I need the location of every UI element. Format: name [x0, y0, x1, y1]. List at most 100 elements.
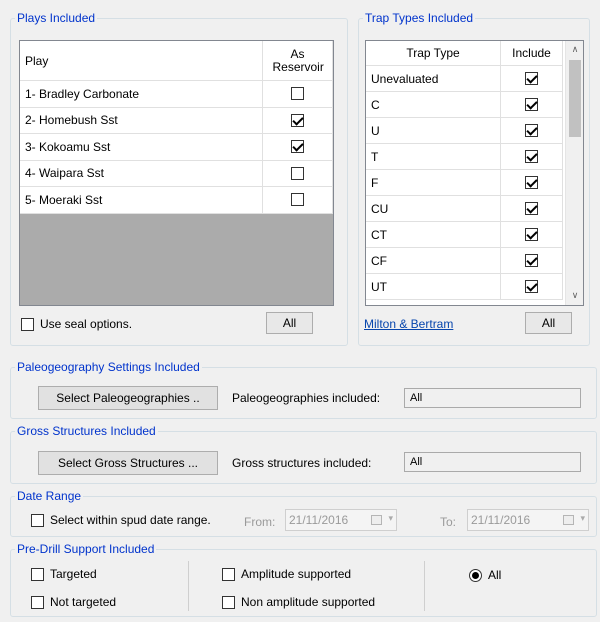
include-checkbox[interactable]	[525, 280, 538, 293]
all-radio-label: All	[488, 568, 502, 582]
to-date-picker[interactable]: 21/11/2016 ▾	[467, 509, 589, 531]
chevron-down-icon[interactable]: ▾	[580, 513, 585, 524]
amplitude-checkbox[interactable]	[222, 567, 235, 581]
plays-group-title: Plays Included	[17, 11, 96, 25]
predrill-divider-2	[424, 561, 425, 611]
trap-row-include-cell[interactable]	[501, 66, 563, 92]
trap-row-name[interactable]: U	[366, 118, 501, 144]
select-gross-structures-button[interactable]: Select Gross Structures ...	[38, 451, 218, 475]
from-label: From:	[244, 515, 276, 529]
amplitude-label: Amplitude supported	[241, 567, 352, 581]
from-date-picker[interactable]: 21/11/2016 ▾	[285, 509, 397, 531]
plays-row-name[interactable]: 4- Waipara Sst	[20, 160, 263, 187]
trap-row-name[interactable]: T	[366, 144, 501, 170]
scroll-thumb[interactable]	[569, 60, 581, 137]
include-checkbox[interactable]	[525, 254, 538, 267]
traps-col-header-include[interactable]: Include	[501, 41, 563, 66]
trap-row-include-cell[interactable]	[501, 118, 563, 144]
reservoir-checkbox[interactable]	[291, 87, 304, 101]
targeted-label: Targeted	[50, 567, 97, 581]
not-targeted-checkbox[interactable]	[31, 595, 44, 609]
plays-col-header-reservoir[interactable]: As Reservoir	[263, 41, 333, 81]
trap-row-include-cell[interactable]	[501, 222, 563, 248]
include-checkbox[interactable]	[525, 228, 538, 241]
plays-row-reservoir-cell[interactable]	[263, 187, 333, 214]
amplitude-row[interactable]: Amplitude supported	[222, 567, 351, 581]
reservoir-checkbox[interactable]	[291, 140, 304, 154]
select-paleogeographies-button[interactable]: Select Paleogeographies ..	[38, 386, 218, 410]
gross-structures-included-field[interactable]: All	[404, 452, 581, 472]
trap-row-name[interactable]: CU	[366, 196, 501, 222]
include-checkbox[interactable]	[525, 176, 538, 189]
non-amplitude-label: Non amplitude supported	[241, 595, 376, 609]
trap-row-name[interactable]: UT	[366, 274, 501, 300]
include-checkbox[interactable]	[525, 150, 538, 163]
trap-row-name[interactable]: CF	[366, 248, 501, 274]
traps-col-header-type-label: Trap Type	[406, 46, 460, 60]
trap-row-include-cell[interactable]	[501, 170, 563, 196]
reservoir-checkbox[interactable]	[291, 113, 304, 127]
to-date-value: 21/11/2016	[471, 513, 531, 527]
plays-row-name[interactable]: 1- Bradley Carbonate	[20, 81, 263, 108]
seal-options-row[interactable]: Use seal options.	[21, 317, 132, 331]
plays-row-name[interactable]: 3- Kokoamu Sst	[20, 134, 263, 161]
targeted-checkbox[interactable]	[31, 567, 44, 581]
plays-row-reservoir-cell[interactable]	[263, 107, 333, 134]
non-amplitude-row[interactable]: Non amplitude supported	[222, 595, 375, 609]
plays-col-header-play[interactable]: Play	[20, 41, 263, 81]
scroll-up-icon[interactable]: ∧	[566, 41, 583, 58]
seal-options-checkbox[interactable]	[21, 317, 34, 331]
plays-row-name[interactable]: 2- Homebush Sst	[20, 107, 263, 134]
scroll-down-icon[interactable]: ∨	[566, 287, 583, 304]
targeted-row[interactable]: Targeted	[31, 567, 97, 581]
all-radio-row[interactable]: All	[469, 568, 501, 582]
plays-row-reservoir-cell[interactable]	[263, 81, 333, 108]
select-paleogeographies-label: Select Paleogeographies ..	[56, 391, 200, 405]
date-range-group-title: Date Range	[17, 489, 82, 503]
trap-row-name[interactable]: C	[366, 92, 501, 118]
calendar-icon[interactable]	[563, 515, 574, 525]
plays-all-button[interactable]: All	[266, 312, 313, 334]
plays-row-reservoir-cell[interactable]	[263, 160, 333, 187]
seal-options-label: Use seal options.	[40, 317, 133, 331]
traps-scrollbar[interactable]: ∧ ∨	[565, 41, 583, 305]
trap-row-include-cell[interactable]	[501, 92, 563, 118]
plays-row-name[interactable]: 5- Moeraki Sst	[20, 187, 263, 214]
chevron-down-icon[interactable]: ▾	[388, 513, 393, 524]
trap-row-include-cell[interactable]	[501, 274, 563, 300]
plays-col-header-play-label: Play	[25, 53, 49, 68]
include-checkbox[interactable]	[525, 72, 538, 85]
traps-all-button[interactable]: All	[525, 312, 572, 334]
reservoir-checkbox[interactable]	[291, 166, 304, 180]
select-gross-structures-label: Select Gross Structures ...	[57, 456, 199, 470]
plays-grid[interactable]: Play As Reservoir 1- Bradley Carbonate 2-…	[19, 40, 334, 306]
traps-all-button-label: All	[541, 316, 556, 330]
trap-row-name[interactable]: Unevaluated	[366, 66, 501, 92]
include-checkbox[interactable]	[525, 124, 538, 137]
paleogeographies-included-field[interactable]: All	[404, 388, 581, 408]
trap-row-name[interactable]: F	[366, 170, 501, 196]
paleogeographies-included-label: Paleogeographies included:	[232, 391, 381, 405]
trap-row-include-cell[interactable]	[501, 144, 563, 170]
non-amplitude-checkbox[interactable]	[222, 595, 235, 609]
reservoir-checkbox[interactable]	[291, 193, 304, 207]
spud-date-checkbox[interactable]	[31, 513, 44, 527]
gross-group-title: Gross Structures Included	[17, 424, 156, 438]
trap-row-name[interactable]: CT	[366, 222, 501, 248]
plays-all-button-label: All	[282, 316, 297, 330]
plays-row-reservoir-cell[interactable]	[263, 134, 333, 161]
include-checkbox[interactable]	[525, 202, 538, 215]
calendar-icon[interactable]	[371, 515, 382, 525]
not-targeted-row[interactable]: Not targeted	[31, 595, 116, 609]
from-date-value: 21/11/2016	[289, 513, 349, 527]
milton-bertram-link[interactable]: Milton & Bertram	[364, 317, 453, 331]
all-radio[interactable]	[469, 568, 482, 582]
traps-col-header-type[interactable]: Trap Type	[366, 41, 501, 66]
trap-row-include-cell[interactable]	[501, 248, 563, 274]
spud-date-row[interactable]: Select within spud date range.	[31, 513, 211, 527]
include-checkbox[interactable]	[525, 98, 538, 111]
trap-row-include-cell[interactable]	[501, 196, 563, 222]
not-targeted-label: Not targeted	[50, 595, 117, 609]
plays-col-header-reservoir-label: As Reservoir	[272, 46, 324, 74]
traps-grid[interactable]: Trap Type Include Unevaluated C U T F CU CT CF U…	[365, 40, 584, 306]
